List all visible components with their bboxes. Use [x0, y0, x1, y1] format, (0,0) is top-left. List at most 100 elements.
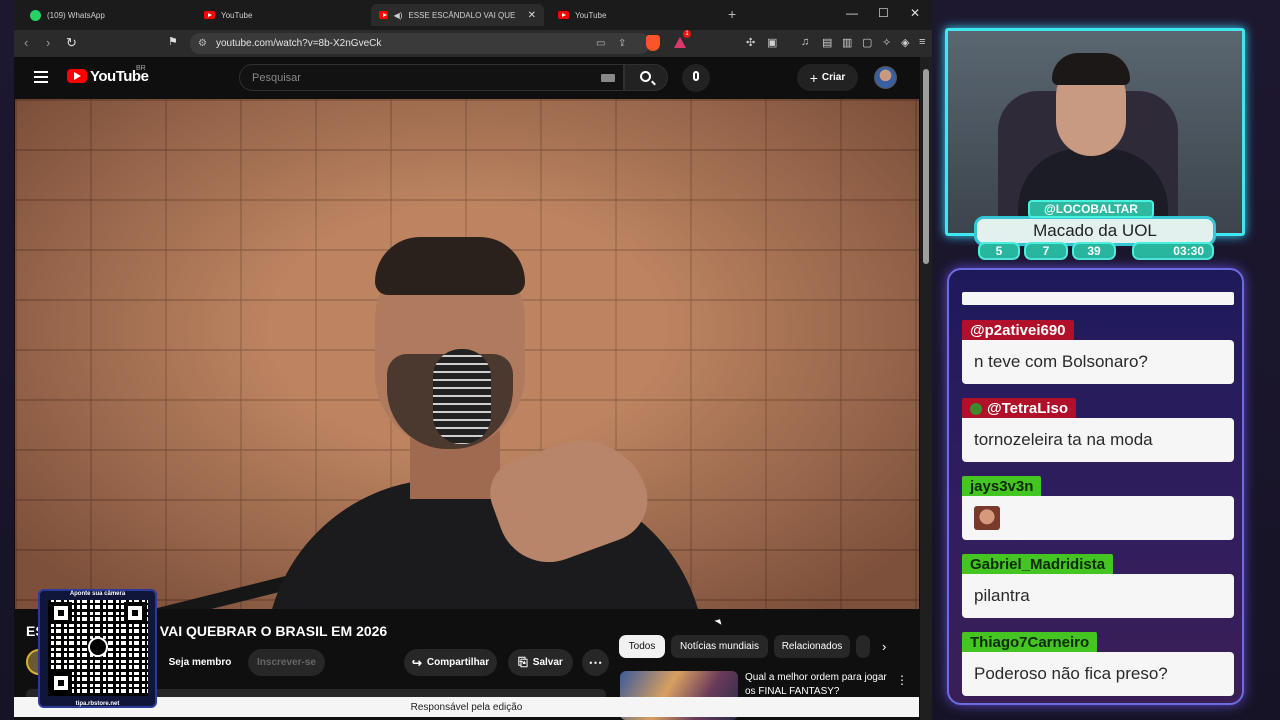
emote-icon	[974, 506, 1000, 530]
streamer-hair	[1052, 53, 1130, 85]
share-page-icon[interactable]: ⇪	[618, 38, 626, 49]
chevron-right-icon[interactable]: ›	[882, 639, 886, 654]
microphone-icon	[693, 71, 699, 81]
rewards-badge: 1	[683, 30, 691, 38]
chip-all[interactable]: Todos	[619, 635, 665, 658]
forward-icon[interactable]: ›	[46, 35, 50, 50]
media-icon[interactable]: ♫	[801, 36, 809, 48]
tab-title: YouTube	[221, 10, 253, 20]
qr-finder	[124, 602, 146, 624]
qr-code	[48, 600, 148, 696]
leo-ai-icon[interactable]: ✧	[882, 36, 891, 49]
badge-icon	[970, 403, 982, 415]
back-icon[interactable]: ‹	[24, 35, 28, 50]
region-label: BR	[136, 65, 146, 72]
search-placeholder: Pesquisar	[252, 71, 301, 84]
share-label: Compartilhar	[426, 657, 490, 668]
qr-top-text: Aponte sua câmera	[69, 591, 126, 597]
youtube-icon	[204, 11, 215, 19]
chat-message: n teve com Bolsonaro?	[962, 340, 1234, 384]
video-player[interactable]	[15, 99, 919, 609]
avatar[interactable]	[874, 66, 897, 89]
hamburger-icon[interactable]	[34, 71, 48, 83]
tab-title: ESSE ESCÂNDALO VAI QUEBRAR O	[408, 10, 516, 20]
speaker-icon: ◀)	[393, 10, 403, 20]
tab-title: (109) WhatsApp	[47, 10, 105, 20]
chat-message-partial	[962, 292, 1234, 305]
close-icon[interactable]: ✕	[528, 10, 536, 21]
chat-username: jays3v3n	[962, 476, 1042, 498]
voice-search-button[interactable]	[682, 64, 710, 92]
address-bar[interactable]: ⚙ youtube.com/watch?v=8b-X2nGveCk ▭ ⇪	[190, 33, 650, 54]
qr-finder	[50, 602, 72, 624]
microphone-logo-icon	[88, 637, 108, 657]
reading-list-icon[interactable]: ▤	[822, 36, 832, 49]
chat-message: pilantra	[962, 574, 1234, 618]
tab-title: YouTube	[575, 10, 607, 20]
chip-partial[interactable]	[856, 635, 870, 658]
menu-icon[interactable]: ≡	[919, 36, 925, 48]
chat-message	[962, 496, 1234, 540]
recommended-title[interactable]: Qual a melhor ordem para jogar os FINAL …	[745, 671, 895, 699]
create-button[interactable]: + Criar	[797, 64, 858, 91]
tab-active-video[interactable]: ◀) ESSE ESCÂNDALO VAI QUEBRAR O ✕	[371, 4, 544, 26]
bookmark-save-icon: ⎘	[518, 655, 528, 669]
stat-1: 5	[978, 242, 1020, 260]
chat-username: Thiago7Carneiro	[962, 632, 1098, 654]
share-button[interactable]: ↪ Compartilhar	[404, 649, 497, 676]
streamer-handle: @LOCOBALTAR	[1028, 200, 1154, 218]
podcast-microphone	[433, 349, 491, 444]
stat-2: 7	[1024, 242, 1068, 260]
more-actions-icon[interactable]: ⋯	[582, 649, 609, 676]
cast-icon[interactable]: ▭	[596, 38, 605, 49]
chat-message: tornozeleira ta na moda	[962, 418, 1234, 462]
chip-world-news[interactable]: Notícias mundiais	[671, 635, 768, 658]
chat-username: @p2ativei690	[962, 320, 1074, 342]
subscribe-button[interactable]: Inscrever-se	[248, 649, 325, 676]
chat-username: @TetraLiso	[962, 398, 1077, 420]
search-button[interactable]	[624, 64, 668, 91]
stream-timer: 03:30	[1132, 242, 1214, 260]
page-scrollbar[interactable]	[920, 57, 932, 720]
site-info-icon[interactable]: ⚙	[198, 38, 207, 49]
tab-youtube-2[interactable]: YouTube	[550, 4, 720, 26]
new-tab-icon[interactable]: +	[728, 6, 736, 22]
tab-youtube-1[interactable]: YouTube	[196, 4, 366, 26]
youtube-header: YouTube BR Pesquisar + Criar	[14, 57, 920, 99]
chip-related[interactable]: Relacionados	[774, 635, 850, 658]
youtube-logo-icon[interactable]	[67, 69, 87, 83]
maximize-icon[interactable]: ☐	[878, 6, 889, 20]
save-button[interactable]: ⎘ Salvar	[508, 649, 573, 676]
brave-shield-icon[interactable]	[646, 35, 660, 51]
bookmark-icon[interactable]: ⚑	[168, 35, 178, 48]
vpn-icon[interactable]: ◈	[901, 36, 909, 49]
qr-overlay: Aponte sua câmera tipa.rbstore.net	[38, 589, 157, 708]
sidebar-icon[interactable]: ▥	[842, 36, 852, 49]
reload-icon[interactable]: ↻	[66, 35, 77, 51]
extensions-icon[interactable]: ✣	[746, 36, 755, 49]
chat-username: Gabriel_Madridista	[962, 554, 1114, 576]
qr-bottom-text: tipa.rbstore.net	[75, 701, 120, 707]
plus-icon: +	[809, 69, 818, 86]
youtube-icon	[558, 11, 569, 19]
brave-rewards-icon[interactable]: 1	[674, 30, 691, 48]
close-window-icon[interactable]: ✕	[910, 6, 920, 20]
wallet-icon[interactable]: ▢	[862, 36, 872, 49]
scroll-thumb[interactable]	[923, 69, 929, 264]
stat-3: 39	[1072, 242, 1116, 260]
youtube-icon	[379, 11, 388, 19]
join-button[interactable]: Seja membro	[160, 649, 240, 676]
create-label: Criar	[821, 72, 846, 83]
tab-whatsapp[interactable]: (109) WhatsApp	[22, 4, 192, 26]
search-icon	[640, 71, 651, 82]
minimize-icon[interactable]: —	[846, 6, 858, 20]
url-text: youtube.com/watch?v=8b-X2nGveCk	[216, 38, 382, 49]
screenshot-icon[interactable]: ▣	[767, 36, 777, 49]
chat-message: Poderoso não fica preso?	[962, 652, 1234, 696]
browser-toolbar: ‹ › ↻ ⚑ ⚙ youtube.com/watch?v=8b-X2nGveC…	[14, 30, 932, 57]
presenter-hair	[375, 237, 525, 295]
search-input[interactable]: Pesquisar	[239, 64, 624, 91]
kebab-menu-icon[interactable]: ⋮	[896, 673, 908, 687]
keyboard-icon[interactable]	[601, 74, 615, 82]
save-label: Salvar	[532, 657, 563, 668]
